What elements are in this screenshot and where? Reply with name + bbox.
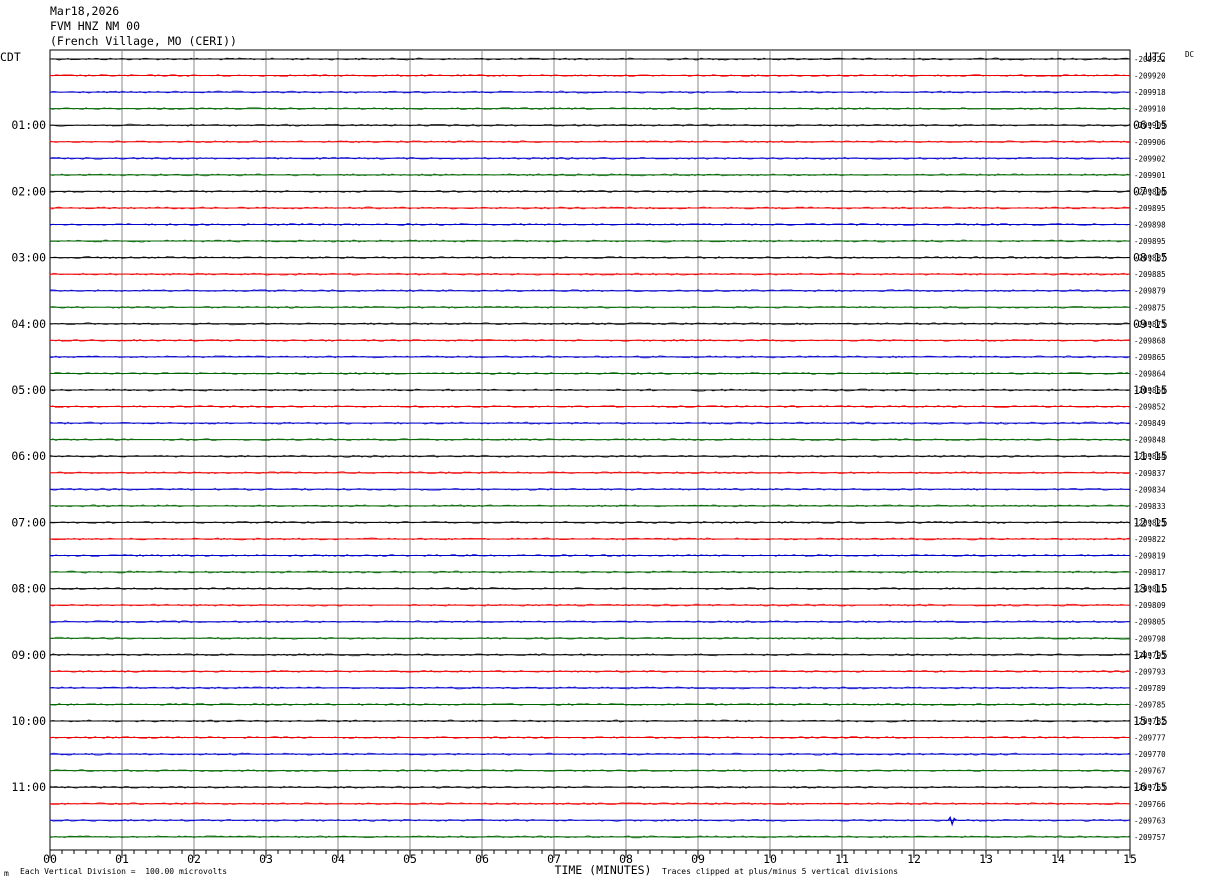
right-hour-label: 12:15 xyxy=(1133,515,1168,529)
dc-offset-label: -209757 xyxy=(1134,833,1166,842)
dc-offset-label: -209902 xyxy=(1134,154,1166,163)
x-tick-label: 04 xyxy=(331,852,345,866)
right-hour-label: 13:15 xyxy=(1133,582,1168,596)
dc-offset-label: -209865 xyxy=(1134,353,1166,362)
dc-offset-label: -209895 xyxy=(1134,204,1166,213)
dc-offset-label: -209920 xyxy=(1134,72,1166,81)
dc-offset-label: -209785 xyxy=(1134,701,1166,710)
trace-noise xyxy=(49,355,1131,359)
helicorder-plot: -209922-209920-209918-209910-209909-2099… xyxy=(0,49,1194,877)
dc-offset-label: -209906 xyxy=(1134,138,1166,147)
x-tick-label: 06 xyxy=(475,852,489,866)
dc-offset-label: -209767 xyxy=(1134,767,1166,776)
x-tick-label: 13 xyxy=(979,852,993,866)
x-tick-label: 14 xyxy=(1051,852,1065,866)
right-axis-title: UTC xyxy=(1145,50,1166,64)
right-hour-label: 08:15 xyxy=(1133,251,1168,265)
left-hour-label: 01:00 xyxy=(11,118,46,132)
dc-offset-label: -209875 xyxy=(1134,303,1166,312)
dc-offset-label: -209819 xyxy=(1134,552,1166,561)
x-tick-label: 11 xyxy=(835,852,849,866)
x-tick-label: 12 xyxy=(907,852,921,866)
footer-scale-note: Each Vertical Division = 100.00 microvol… xyxy=(20,867,228,876)
dc-offset-label: -209789 xyxy=(1134,684,1166,693)
left-hour-label: 10:00 xyxy=(11,714,46,728)
dc-offset-label: -209822 xyxy=(1134,535,1166,544)
dc-offset-label: -209766 xyxy=(1134,800,1166,809)
right-hour-label: 15:15 xyxy=(1133,714,1168,728)
dc-offset-label: -209849 xyxy=(1134,419,1166,428)
dc-offset-label: -209770 xyxy=(1134,750,1166,759)
x-tick-label: 09 xyxy=(691,852,705,866)
dc-offset-label: -209868 xyxy=(1134,336,1166,345)
right-hour-label: 06:15 xyxy=(1133,118,1168,132)
x-tick-label: 10 xyxy=(763,852,777,866)
right-hour-label: 10:15 xyxy=(1133,383,1168,397)
x-tick-label: 05 xyxy=(403,852,417,866)
x-tick-label: 02 xyxy=(187,852,201,866)
dc-offset-label: -209898 xyxy=(1134,221,1166,230)
dc-offset-label: -209895 xyxy=(1134,237,1166,246)
trace-noise xyxy=(49,371,1131,375)
left-hour-label: 05:00 xyxy=(11,383,46,397)
dc-offset-label: -209834 xyxy=(1134,485,1166,494)
left-hour-label: 08:00 xyxy=(11,582,46,596)
right-hour-label: 09:15 xyxy=(1133,317,1168,331)
x-tick-label: 00 xyxy=(43,852,57,866)
left-hour-label: 04:00 xyxy=(11,317,46,331)
dc-column-label: DC xyxy=(1185,50,1194,59)
left-hour-label: 09:00 xyxy=(11,648,46,662)
dc-offset-label: -209833 xyxy=(1134,502,1166,511)
left-hour-label: 06:00 xyxy=(11,449,46,463)
dc-offset-label: -209837 xyxy=(1134,469,1166,478)
dc-offset-label: -209798 xyxy=(1134,634,1166,643)
right-hour-label: 14:15 xyxy=(1133,648,1168,662)
left-axis-title: CDT xyxy=(0,50,21,64)
dc-offset-label: -209809 xyxy=(1134,601,1166,610)
dc-offset-label: -209901 xyxy=(1134,171,1166,180)
x-tick-label: 15 xyxy=(1123,852,1137,866)
left-hour-label: 03:00 xyxy=(11,251,46,265)
dc-offset-label: -209864 xyxy=(1134,369,1166,378)
dc-offset-label: -209918 xyxy=(1134,88,1166,97)
right-hour-label: 11:15 xyxy=(1133,449,1168,463)
right-hour-label: 07:15 xyxy=(1133,184,1168,198)
left-hour-label: 11:00 xyxy=(11,780,46,794)
left-hour-label: 07:00 xyxy=(11,515,46,529)
dc-offset-label: -209763 xyxy=(1134,816,1166,825)
dc-offset-label: -209885 xyxy=(1134,270,1166,279)
dc-offset-label: -209910 xyxy=(1134,105,1166,114)
x-tick-label: 01 xyxy=(115,852,129,866)
dc-offset-label: -209805 xyxy=(1134,618,1166,627)
right-hour-label: 16:15 xyxy=(1133,780,1168,794)
left-hour-label: 02:00 xyxy=(11,184,46,198)
dc-offset-label: -209777 xyxy=(1134,734,1166,743)
dc-offset-label: -209852 xyxy=(1134,403,1166,412)
plot-frame xyxy=(49,49,1131,851)
x-axis-title: TIME (MINUTES) xyxy=(555,863,652,877)
dc-offset-label: -209879 xyxy=(1134,287,1166,296)
x-tick-label: 03 xyxy=(259,852,273,866)
dc-offset-label: -209848 xyxy=(1134,436,1166,445)
footer-clip-note: Traces clipped at plus/minus 5 vertical … xyxy=(662,867,899,876)
dc-offset-label: -209817 xyxy=(1134,568,1166,577)
dc-offset-label: -209793 xyxy=(1134,667,1166,676)
footer-mark: m xyxy=(4,869,9,878)
